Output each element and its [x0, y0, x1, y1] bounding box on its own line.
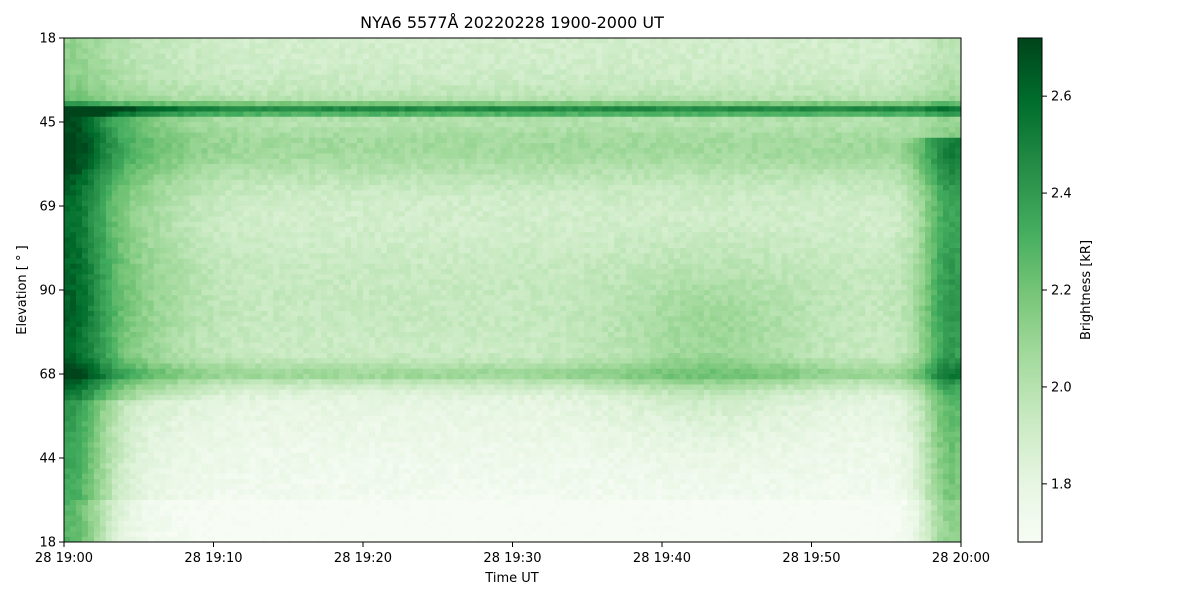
y-tick-label: 69	[39, 200, 56, 215]
colorbar-axis: 1.8 2.0 2.2 2.4 2.6	[1042, 90, 1072, 492]
x-tick-label: 28 19:50	[782, 551, 840, 566]
colorbar-tick-label: 2.4	[1051, 187, 1072, 202]
y-tick-label: 44	[39, 452, 56, 467]
colorbar-tick-label: 1.8	[1051, 477, 1072, 492]
colorbar-tick-label: 2.2	[1051, 284, 1072, 299]
y-tick-label: 18	[39, 32, 56, 47]
colorbar	[1017, 37, 1043, 543]
x-axis-title: Time UT	[484, 571, 538, 586]
x-tick-label: 28 19:20	[334, 551, 392, 566]
heatmap-image	[64, 38, 961, 542]
y-axis: 18 45 69 90 68 44 18	[39, 32, 64, 551]
chart-title: NYA6 5577Å 20220228 1900-2000 UT	[360, 13, 664, 32]
y-tick-label: 18	[39, 536, 56, 551]
y-tick-label: 90	[39, 284, 56, 299]
x-tick-label: 28 19:40	[633, 551, 691, 566]
x-tick-label: 28 20:00	[932, 551, 990, 566]
colorbar-tick-label: 2.6	[1051, 90, 1072, 105]
x-tick-label: 28 19:00	[35, 551, 93, 566]
y-axis-title: Elevation [ ° ]	[15, 245, 30, 334]
colorbar-tick-label: 2.0	[1051, 380, 1072, 395]
x-axis: 28 19:00 28 19:10 28 19:20 28 19:30 28 19:40…	[35, 542, 990, 566]
colorbar-title: Brightness [kR]	[1079, 240, 1094, 340]
y-tick-label: 68	[39, 368, 56, 383]
elevation-time-heatmap-chart: NYA6 5577Å 20220228 1900-2000 UT 28 19:0…	[15, 13, 1094, 586]
x-tick-label: 28 19:10	[184, 551, 242, 566]
x-tick-label: 28 19:30	[483, 551, 541, 566]
y-tick-label: 45	[39, 116, 56, 131]
